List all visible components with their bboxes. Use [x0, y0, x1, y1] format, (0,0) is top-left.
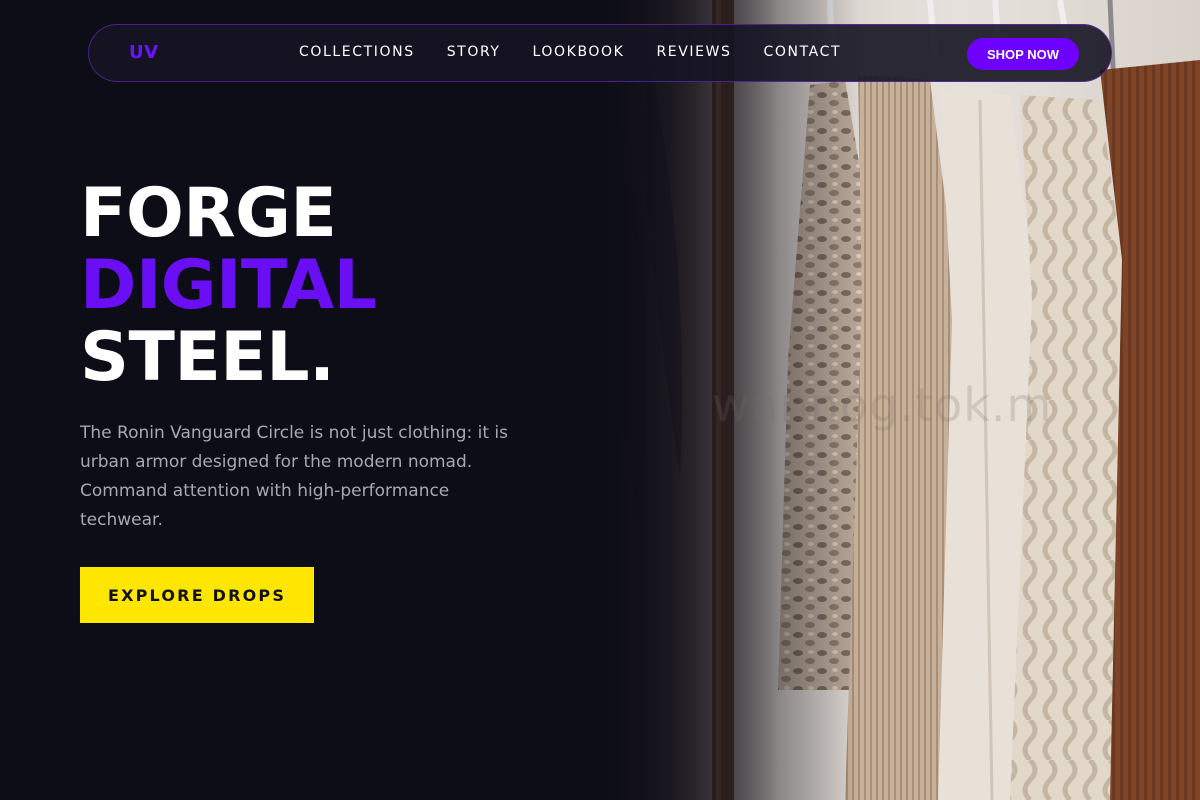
headline-line-3: STEEL.: [80, 318, 335, 397]
hero-headline: FORGE DIGITAL STEEL.: [80, 174, 377, 397]
top-navbar: UV COLLECTIONS STORY LOOKBOOK REVIEWS CO…: [88, 24, 1112, 82]
nav-link-reviews[interactable]: REVIEWS: [656, 44, 731, 60]
hero-intro-text: The Ronin Vanguard Circle is not just cl…: [80, 423, 509, 530]
brand-logo[interactable]: UV: [129, 42, 159, 63]
nav-links: COLLECTIONS STORY LOOKBOOK REVIEWS CONTA…: [299, 44, 873, 60]
nav-link-collections[interactable]: COLLECTIONS: [299, 44, 415, 60]
nav-link-contact[interactable]: CONTACT: [764, 44, 842, 60]
headline-line-1: FORGE: [80, 174, 337, 253]
headline-line-2: DIGITAL: [80, 246, 377, 325]
shop-now-button[interactable]: SHOP NOW: [967, 38, 1079, 70]
nav-link-lookbook[interactable]: LOOKBOOK: [533, 44, 625, 60]
explore-drops-button[interactable]: EXPLORE DROPS: [80, 567, 314, 623]
nav-link-story[interactable]: STORY: [447, 44, 501, 60]
landing-page: wannog.tok.m UV COLLECTIONS STORY LOOKBO…: [0, 0, 1200, 800]
watermark: wannog.tok.m: [712, 378, 1053, 432]
